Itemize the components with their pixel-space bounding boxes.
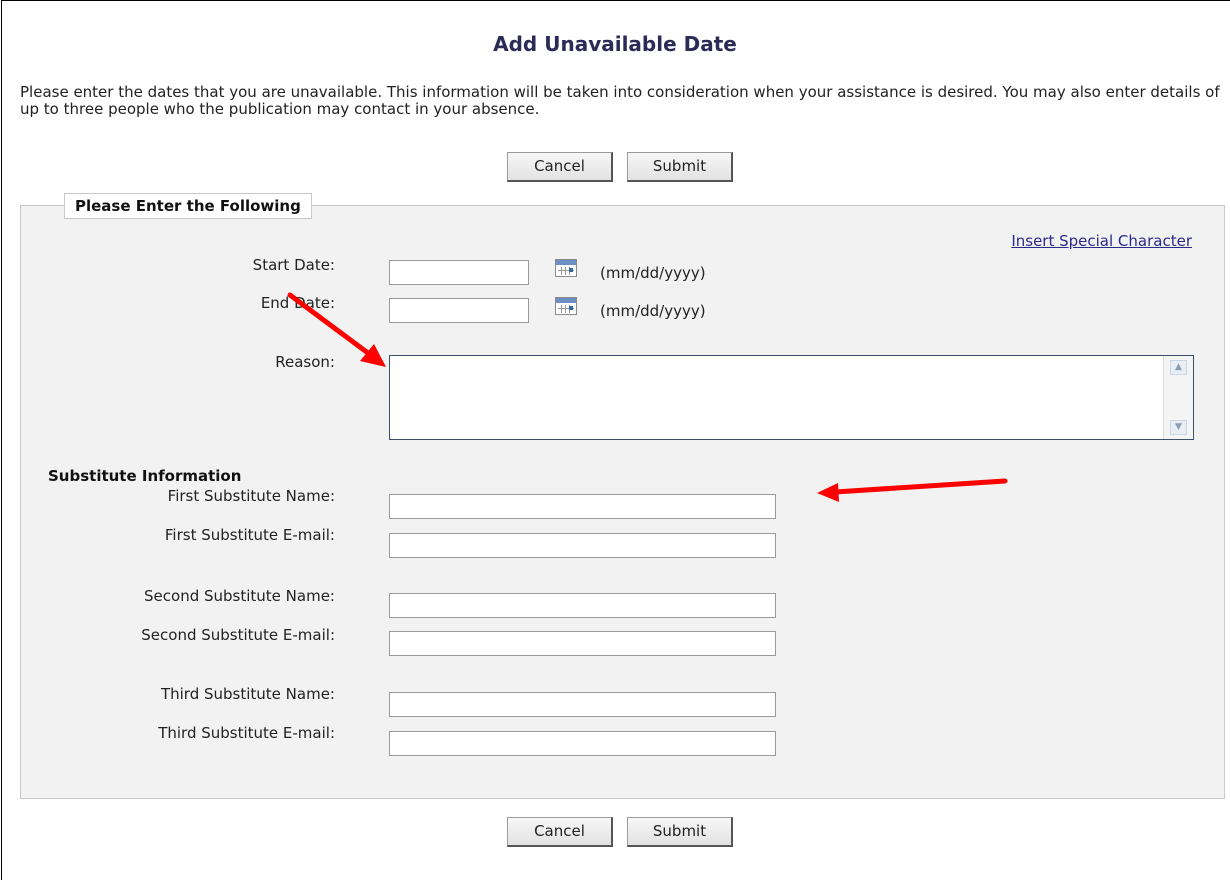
reason-textarea[interactable]: ▲ ▼	[389, 355, 1194, 440]
fieldset-legend: Please Enter the Following	[64, 193, 312, 219]
scroll-up-icon[interactable]: ▲	[1170, 360, 1187, 375]
cancel-button-top[interactable]: Cancel	[507, 152, 613, 182]
end-date-format-hint: (mm/dd/yyyy)	[600, 302, 706, 320]
second-substitute-name-label: Second Substitute Name:	[144, 587, 335, 605]
first-substitute-name-input[interactable]	[389, 494, 776, 519]
third-substitute-email-label: Third Substitute E-mail:	[158, 724, 335, 742]
first-substitute-name-label: First Substitute Name:	[167, 487, 335, 505]
first-substitute-email-input[interactable]	[389, 533, 776, 558]
reason-label: Reason:	[275, 353, 335, 371]
calendar-icon[interactable]	[555, 297, 577, 315]
submit-button-bottom[interactable]: Submit	[627, 817, 733, 847]
cancel-button-bottom[interactable]: Cancel	[507, 817, 613, 847]
start-date-input[interactable]	[389, 260, 529, 285]
submit-button-top[interactable]: Submit	[627, 152, 733, 182]
end-date-label: End Date:	[260, 294, 335, 312]
third-substitute-name-input[interactable]	[389, 692, 776, 717]
end-date-input[interactable]	[389, 298, 529, 323]
calendar-icon[interactable]	[555, 259, 577, 277]
page-title: Add Unavailable Date	[493, 32, 737, 56]
intro-text: Please enter the dates that you are unav…	[20, 83, 1220, 118]
substitute-information-heading: Substitute Information	[48, 467, 242, 485]
second-substitute-email-label: Second Substitute E-mail:	[141, 626, 335, 644]
reason-scrollbar[interactable]: ▲ ▼	[1163, 356, 1193, 439]
third-substitute-email-input[interactable]	[389, 731, 776, 756]
insert-special-character-link[interactable]: Insert Special Character	[1011, 232, 1192, 250]
third-substitute-name-label: Third Substitute Name:	[160, 685, 335, 703]
scroll-down-icon[interactable]: ▼	[1170, 420, 1187, 435]
start-date-label: Start Date:	[252, 256, 335, 274]
start-date-format-hint: (mm/dd/yyyy)	[600, 264, 706, 282]
first-substitute-email-label: First Substitute E-mail:	[164, 526, 335, 544]
second-substitute-email-input[interactable]	[389, 631, 776, 656]
second-substitute-name-input[interactable]	[389, 593, 776, 618]
